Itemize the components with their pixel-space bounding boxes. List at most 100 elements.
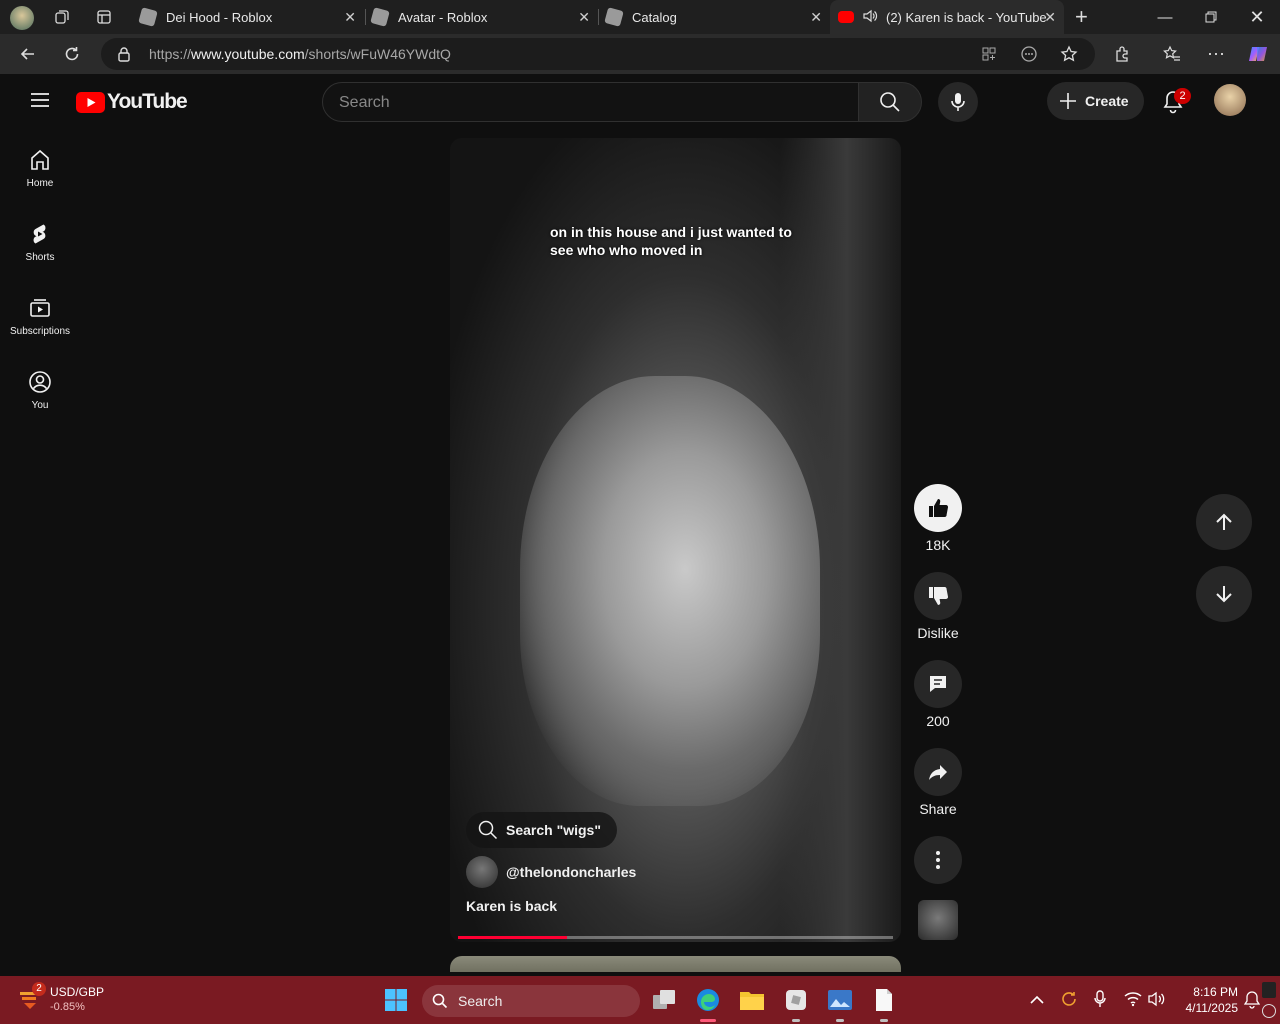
progress-fill: [458, 936, 567, 939]
tab-dei-hood[interactable]: Dei Hood - Roblox ✕: [132, 0, 364, 34]
youtube-header: YouTube Search Create 2: [4, 74, 1276, 130]
share-button[interactable]: [914, 748, 962, 796]
file-explorer-icon[interactable]: [734, 984, 770, 1016]
sidebar-item-label: You: [31, 400, 49, 411]
taskbar-search[interactable]: Search: [422, 985, 640, 1017]
roblox-studio-icon[interactable]: [778, 984, 814, 1016]
share-arrow-icon: [929, 765, 947, 780]
hamburger-menu-icon[interactable]: [30, 92, 50, 113]
close-tab-icon[interactable]: ✕: [810, 9, 822, 26]
like-button[interactable]: [914, 484, 962, 532]
search-input[interactable]: Search: [339, 94, 390, 112]
widgets-badge: 2: [32, 982, 46, 996]
start-button[interactable]: [378, 984, 414, 1016]
edge-browser-icon[interactable]: [690, 984, 726, 1016]
url-text: https://www.youtube.com/shorts/wFuW46YWd…: [149, 46, 451, 62]
close-tab-icon[interactable]: ✕: [1044, 9, 1056, 26]
sidebar-item-subscriptions[interactable]: Subscriptions: [4, 282, 76, 356]
notification-bell-icon[interactable]: [1243, 991, 1261, 1014]
progress-bar[interactable]: [458, 936, 893, 939]
account-circle-icon: [29, 371, 51, 393]
close-tab-icon[interactable]: ✕: [578, 9, 590, 26]
comment-count: 200: [926, 713, 950, 729]
channel-name[interactable]: @thelondoncharles: [506, 864, 636, 880]
refresh-icon[interactable]: [56, 38, 88, 70]
dislike-label: Dislike: [917, 625, 959, 641]
subscriptions-icon: [30, 299, 50, 317]
workspaces-icon[interactable]: [46, 1, 78, 33]
sidebar-item-you[interactable]: You: [4, 356, 76, 430]
vertical-dots-icon: [936, 851, 940, 869]
thumbs-down-icon: [929, 587, 949, 605]
search-box[interactable]: Search: [322, 82, 859, 122]
show-hidden-icons-chevron-icon[interactable]: [1030, 992, 1044, 1010]
tab-avatar[interactable]: Avatar - Roblox ✕: [366, 0, 598, 34]
roblox-favicon-icon: [604, 7, 624, 27]
search-suggestion-chip[interactable]: Search "wigs": [466, 812, 617, 848]
favorite-star-icon[interactable]: [1053, 38, 1085, 70]
tab-title: Avatar - Roblox: [398, 9, 488, 25]
sidebar-item-label: Subscriptions: [9, 326, 71, 337]
comments-button[interactable]: [914, 660, 962, 708]
restore-button[interactable]: [1188, 0, 1234, 34]
back-icon[interactable]: [12, 38, 44, 70]
tab-youtube[interactable]: (2) Karen is back - YouTube ✕: [830, 0, 1064, 34]
sync-icon[interactable]: [1060, 990, 1078, 1013]
tab-title: Dei Hood - Roblox: [166, 9, 273, 25]
channel-avatar[interactable]: [466, 856, 498, 888]
shorts-icon: [33, 224, 46, 244]
copilot-icon[interactable]: [1242, 38, 1274, 70]
video-title[interactable]: Karen is back: [466, 898, 557, 914]
youtube-logo[interactable]: YouTube: [76, 90, 188, 114]
next-short-preview[interactable]: [450, 956, 901, 972]
close-window-button[interactable]: ✕: [1234, 0, 1280, 34]
comment-icon: [930, 676, 946, 692]
notepad-icon[interactable]: [866, 984, 902, 1016]
address-bar[interactable]: https://www.youtube.com/shorts/wFuW46YWd…: [101, 38, 1095, 70]
clock-date: 4/11/2025: [1185, 1001, 1239, 1015]
sidebar-item-label: Shorts: [25, 252, 55, 263]
sound-remix-thumbnail[interactable]: [918, 900, 958, 940]
location-in-use-icon[interactable]: [1262, 1004, 1276, 1018]
voice-search-button[interactable]: [938, 82, 978, 122]
shorts-video-player[interactable]: on in this house and i just wanted to se…: [450, 138, 901, 942]
new-tab-button[interactable]: +: [1075, 4, 1088, 30]
tab-title: (2) Karen is back - YouTube: [886, 9, 1047, 25]
close-tab-icon[interactable]: ✕: [344, 9, 356, 26]
roblox-favicon-icon: [370, 7, 390, 27]
more-menu-icon[interactable]: ⋯: [1200, 38, 1232, 70]
dislike-button[interactable]: [914, 572, 962, 620]
task-view-icon[interactable]: [646, 984, 682, 1016]
app-indicator: [880, 1019, 888, 1022]
reader-more-icon[interactable]: [1013, 38, 1045, 70]
microphone-tray-icon[interactable]: [1094, 990, 1106, 1013]
favorites-icon[interactable]: [1156, 38, 1188, 70]
extensions-icon[interactable]: [1107, 38, 1139, 70]
wifi-icon[interactable]: [1124, 991, 1142, 1012]
lock-icon[interactable]: [117, 46, 131, 67]
profile-avatar-icon[interactable]: [10, 6, 34, 30]
notification-badge: 2: [1174, 88, 1191, 104]
next-short-button[interactable]: [1196, 566, 1252, 622]
search-button[interactable]: [858, 82, 922, 122]
mic-in-use-icon[interactable]: [1262, 982, 1276, 998]
tab-catalog[interactable]: Catalog ✕: [600, 0, 830, 34]
system-clock[interactable]: 8:16 PM 4/11/2025: [1176, 984, 1239, 1016]
speaker-icon[interactable]: [862, 8, 878, 27]
sidebar-item-home[interactable]: Home: [4, 134, 76, 208]
plus-icon: [1060, 93, 1076, 109]
volume-icon[interactable]: [1148, 991, 1166, 1012]
more-actions-button[interactable]: [914, 836, 962, 884]
share-label: Share: [919, 801, 957, 817]
search-chip-label: Search "wigs": [506, 822, 601, 838]
minimize-button[interactable]: —: [1142, 0, 1188, 34]
windows-taskbar: 2 USD/GBP -0.85% Search 8:16 PM 4/11/202…: [0, 976, 1280, 1024]
sidebar-item-shorts[interactable]: Shorts: [4, 208, 76, 282]
app-available-icon[interactable]: [973, 38, 1005, 70]
previous-short-button[interactable]: [1196, 494, 1252, 550]
create-button[interactable]: Create: [1047, 82, 1144, 120]
photos-app-icon[interactable]: [822, 984, 858, 1016]
ticker-name: USD/GBP: [50, 985, 105, 999]
vertical-tabs-icon[interactable]: [88, 1, 120, 33]
account-avatar[interactable]: [1214, 84, 1246, 116]
